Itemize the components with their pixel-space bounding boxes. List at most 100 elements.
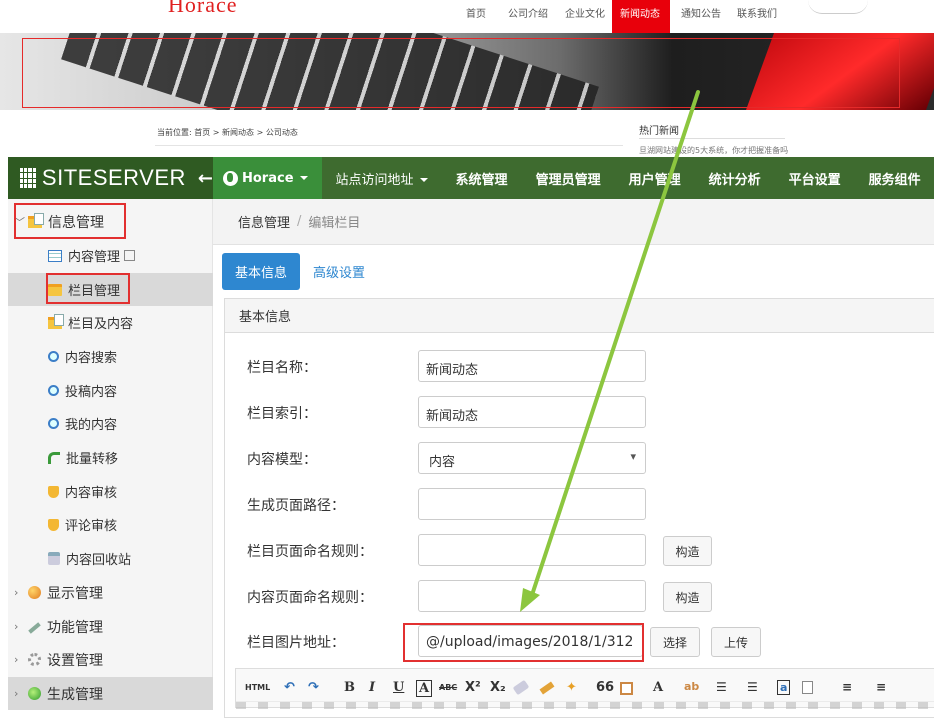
sidebar-item-recycle-bin[interactable]: 内容回收站: [8, 542, 213, 575]
paragraph-spacing-icon[interactable]: ≡: [876, 680, 886, 694]
nav-platform[interactable]: 平台设置: [775, 169, 855, 188]
content-rule-input[interactable]: [418, 580, 646, 612]
nav-system[interactable]: 系统管理: [442, 169, 522, 188]
sidebar-item-label: 显示管理: [47, 585, 103, 602]
form-row-content-rule: 内容页面命名规则： 构造: [225, 580, 925, 614]
site-logo: Horace: [168, 0, 238, 17]
highlight-color-icon[interactable]: ab: [684, 680, 699, 693]
sidebar-item-content-review[interactable]: 内容审核: [8, 475, 213, 508]
gear-icon: [28, 653, 41, 666]
redo-icon[interactable]: ↷: [308, 680, 319, 695]
sidebar-item-info-management[interactable]: ﹀ 信息管理: [8, 205, 213, 238]
field-label: 栏目图片地址：: [247, 635, 345, 651]
content-model-select[interactable]: 内容: [418, 442, 646, 474]
preview-nav-item[interactable]: 公司介绍: [508, 5, 548, 20]
nav-users[interactable]: 用户管理: [615, 169, 695, 188]
sidebar-item-label: 评论审核: [65, 519, 118, 534]
unordered-list-icon[interactable]: ☰: [747, 680, 758, 694]
paste-icon[interactable]: [620, 682, 633, 695]
form-row-index: 栏目索引： 新闻动态: [225, 396, 925, 430]
subscript-button[interactable]: X₂: [490, 680, 506, 695]
back-arrow-icon[interactable]: ←: [198, 168, 213, 189]
preview-nav-item[interactable]: 通知公告: [681, 5, 721, 20]
chevron-right-icon: ›: [14, 653, 19, 666]
search-icon: [48, 418, 59, 429]
chevron-down-icon: [299, 176, 308, 180]
external-window-icon[interactable]: [124, 250, 136, 261]
site-selector[interactable]: Horace: [213, 157, 322, 199]
superscript-button[interactable]: X²: [465, 680, 481, 695]
format-brush-icon[interactable]: [539, 681, 555, 695]
preview-nav-item[interactable]: 首页: [466, 5, 486, 20]
bold-button[interactable]: B: [344, 680, 355, 695]
underline-button[interactable]: U: [393, 680, 404, 695]
preview-nav-item[interactable]: 联系我们: [737, 5, 777, 20]
border-text-button[interactable]: A: [416, 680, 433, 697]
chevron-right-icon: ›: [14, 586, 19, 599]
nav-admin[interactable]: 管理员管理: [522, 169, 615, 188]
undo-icon[interactable]: ↶: [284, 680, 295, 695]
sidebar-item-label: 批量转移: [66, 452, 119, 467]
nav-stats[interactable]: 统计分析: [695, 169, 775, 188]
display-icon: [28, 586, 41, 599]
field-label: 栏目页面命名规则：: [247, 544, 373, 560]
preview-search-pill[interactable]: [808, 0, 868, 14]
preview-nav-item[interactable]: 企业文化: [565, 5, 605, 20]
tabs: 基本信息 高级设置: [222, 253, 378, 290]
choose-button[interactable]: 选择: [650, 627, 700, 657]
sidebar-item-generate-management[interactable]: › 生成管理: [8, 677, 213, 710]
preview-nav-item[interactable]: 新闻动态: [620, 5, 660, 20]
page-path-input[interactable]: [418, 488, 646, 520]
chevron-down-icon: [419, 178, 428, 182]
arrow-icon: [48, 451, 60, 464]
panel-title: 基本信息: [225, 299, 934, 333]
sidebar-item-display-management[interactable]: › 显示管理: [8, 576, 213, 609]
channel-index-input[interactable]: 新闻动态: [418, 396, 646, 428]
tab-basic-info[interactable]: 基本信息: [222, 253, 301, 290]
ordered-list-icon[interactable]: ☰: [716, 680, 727, 694]
hot-news-title: 热门新闻: [639, 126, 679, 137]
channel-name-input[interactable]: 新闻动态: [418, 350, 646, 382]
field-label: 生成页面路径：: [247, 498, 345, 514]
sidebar-item-label: 内容管理: [68, 250, 121, 265]
html-source-button[interactable]: HTML: [245, 683, 270, 692]
website-preview: Horace 首页 公司介绍 企业文化 新闻动态 通知公告 联系我们 当前位置:…: [0, 0, 934, 157]
breadcrumb-current: 编辑栏目: [308, 216, 361, 231]
sidebar-item-settings-management[interactable]: › 设置管理: [8, 643, 213, 676]
sidebar-item-channel-and-content[interactable]: 栏目及内容: [8, 306, 213, 339]
build-button[interactable]: 构造: [663, 536, 712, 566]
blockquote-button[interactable]: 66: [596, 680, 614, 695]
folder-doc-icon: [28, 212, 44, 228]
preview-divider: [155, 145, 623, 146]
sidebar-item-submissions[interactable]: 投稿内容: [8, 374, 213, 407]
breadcrumb-root[interactable]: 信息管理: [238, 212, 290, 231]
sidebar-item-content-search[interactable]: 内容搜索: [8, 340, 213, 373]
main-content: 信息管理 / 编辑栏目 基本信息 高级设置 基本信息 栏目名称： 新闻动态 栏目…: [213, 199, 934, 718]
tab-advanced-settings[interactable]: 高级设置: [300, 253, 378, 290]
sidebar-item-batch-transfer[interactable]: 批量转移: [8, 441, 213, 474]
build-button[interactable]: 构造: [663, 582, 712, 612]
clear-doc-icon[interactable]: [802, 681, 813, 694]
field-label: 栏目名称：: [247, 360, 317, 376]
nav-site-url[interactable]: 站点访问地址: [322, 169, 442, 188]
sidebar-item-label: 信息管理: [48, 214, 104, 231]
hot-news-item[interactable]: 旦湖网站建设的5大系统，你才把握准备吗: [639, 145, 788, 156]
line-spacing-icon[interactable]: ≡: [842, 680, 852, 694]
nav-services[interactable]: 服务组件: [855, 169, 934, 188]
upload-button[interactable]: 上传: [711, 627, 761, 657]
magic-wand-icon[interactable]: ✦: [566, 680, 577, 695]
italic-button[interactable]: I: [369, 680, 375, 695]
select-all-button[interactable]: a: [777, 680, 791, 695]
channel-rule-input[interactable]: [418, 534, 646, 566]
sidebar-item-comment-review[interactable]: 评论审核: [8, 508, 213, 541]
strikethrough-button[interactable]: ABC: [439, 683, 457, 692]
sidebar-item-my-content[interactable]: 我的内容: [8, 407, 213, 440]
grid-logo-icon: [20, 168, 36, 188]
sidebar-item-channel-management[interactable]: 栏目管理: [8, 273, 213, 306]
font-color-button[interactable]: A: [653, 680, 663, 695]
sidebar-item-function-management[interactable]: › 功能管理: [8, 610, 213, 643]
form-row-image: 栏目图片地址： @/upload/images/2018/1/312 选择 上传: [225, 625, 925, 659]
sidebar-item-content-management[interactable]: 内容管理: [8, 239, 213, 272]
eraser-icon[interactable]: [512, 679, 530, 696]
image-url-input[interactable]: @/upload/images/2018/1/312: [418, 625, 643, 657]
